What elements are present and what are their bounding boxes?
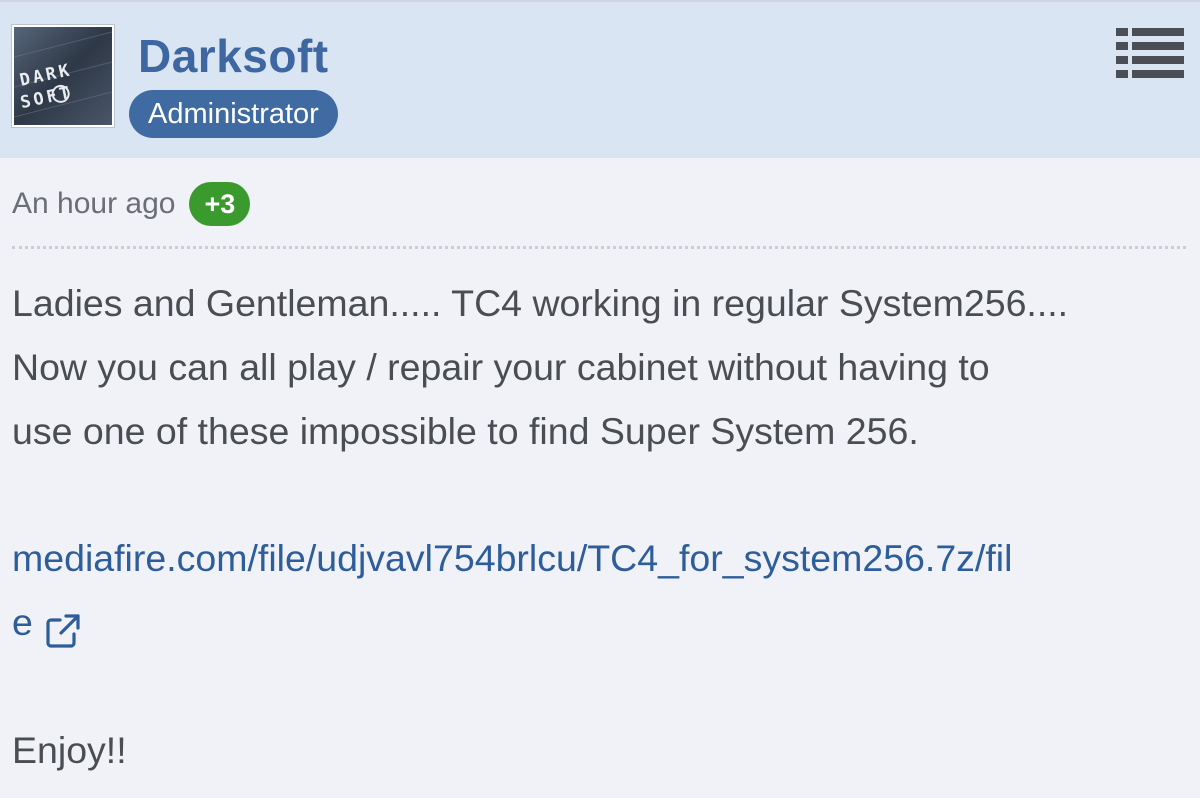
avatar-image: DARK SOFT (14, 27, 112, 125)
reaction-score-badge[interactable]: +3 (189, 182, 251, 226)
download-link-tail[interactable]: e (12, 590, 33, 654)
post-body-line: Ladies and Gentleman..... TC4 working in… (12, 282, 1069, 324)
list-menu-icon[interactable] (1116, 26, 1184, 80)
post-body-line: use one of these impossible to find Supe… (12, 410, 919, 452)
role-badge: Administrator (129, 90, 338, 138)
avatar[interactable]: DARK SOFT (12, 25, 114, 127)
post-body-line: Now you can all play / repair your cabin… (12, 346, 990, 388)
post-meta: An hour ago +3 (12, 180, 251, 228)
post-closing: Enjoy!! (12, 729, 127, 771)
post-timestamp[interactable]: An hour ago (12, 180, 175, 228)
download-link[interactable]: mediafire.com/file/udjvavl754brlcu/TC4_f… (12, 526, 1012, 590)
external-link-icon[interactable] (45, 604, 81, 648)
post-header: DARK SOFT Darksoft Administrator (0, 2, 1200, 158)
download-link-continued[interactable]: e (12, 590, 81, 654)
author-name[interactable]: Darksoft (138, 28, 329, 84)
divider (12, 246, 1186, 249)
forum-post: DARK SOFT Darksoft Administrator An hour (0, 0, 1200, 798)
